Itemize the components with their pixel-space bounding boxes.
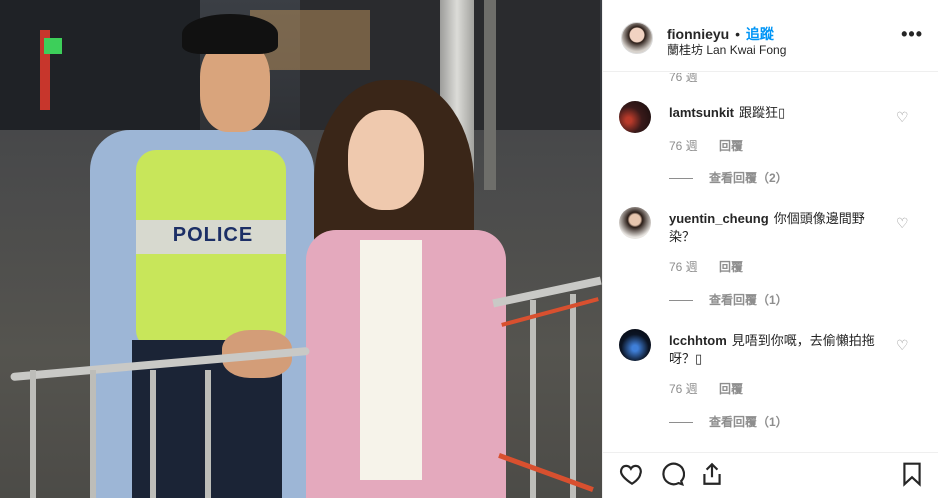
avatar[interactable]: [619, 101, 651, 133]
barrier-bar: [205, 370, 211, 498]
barrier-bar: [30, 370, 36, 498]
view-replies-button[interactable]: 查看回覆（1）: [669, 291, 788, 308]
avatar[interactable]: [619, 329, 651, 361]
post-username[interactable]: fionnieyu: [667, 26, 729, 42]
view-replies-label[interactable]: 查看回覆（2）: [709, 171, 788, 185]
heart-icon[interactable]: [619, 461, 645, 487]
replies-divider: [669, 422, 693, 424]
separator-dot: •: [735, 26, 741, 42]
officer-beret: [182, 14, 278, 54]
avatar[interactable]: [619, 207, 651, 239]
crowd-barrier: [0, 276, 602, 498]
comment-text-block: lamtsunkit 跟蹤狂▯: [669, 104, 889, 122]
follow-button[interactable]: 追蹤: [746, 26, 774, 42]
post-side-panel: fionnieyu • 追蹤 蘭桂坊 Lan Kwai Fong ••• 76 …: [602, 0, 938, 498]
replies-divider: [669, 178, 693, 180]
barrier-tape: [498, 453, 594, 492]
comment-username[interactable]: lamtsunkit: [669, 105, 734, 120]
comment-meta: 76 週 回覆: [669, 137, 743, 154]
small-heart-icon[interactable]: ♡: [896, 109, 909, 126]
view-replies-label[interactable]: 查看回覆（1）: [709, 293, 788, 307]
barrier-bar: [570, 294, 576, 498]
small-heart-icon[interactable]: ♡: [896, 215, 909, 232]
more-options-icon[interactable]: •••: [901, 24, 923, 45]
comment-icon[interactable]: [659, 461, 686, 487]
replies-divider: [669, 300, 693, 302]
comments-list[interactable]: 76 週 lamtsunkit 跟蹤狂▯ ♡ 76 週 回覆 查看回覆（2） yu…: [603, 73, 938, 445]
barrier-bar: [90, 370, 96, 498]
reply-button[interactable]: 回覆: [719, 139, 743, 153]
comment-text-block: lcchhtom 見唔到你嘅，去偷懶拍拖呀？▯: [669, 332, 889, 368]
post-location[interactable]: 蘭桂坊 Lan Kwai Fong: [667, 41, 786, 58]
view-replies-label[interactable]: 查看回覆（1）: [709, 415, 788, 429]
view-replies-button[interactable]: 查看回覆（2）: [669, 169, 788, 186]
share-icon[interactable]: [699, 461, 725, 487]
action-bar: [603, 452, 938, 498]
post-photo[interactable]: POLICE: [0, 0, 602, 498]
reply-button[interactable]: 回覆: [719, 382, 743, 396]
comment-meta: 76 週 回覆: [669, 380, 743, 397]
comment-time: 76 週: [669, 139, 698, 153]
view-replies-button[interactable]: 查看回覆（1）: [669, 413, 788, 430]
comment-time: 76 週: [669, 260, 698, 274]
post-header: fionnieyu • 追蹤 蘭桂坊 Lan Kwai Fong •••: [603, 0, 938, 72]
bookmark-icon[interactable]: [899, 461, 925, 487]
barrier-bar: [150, 370, 156, 498]
woman-face: [348, 110, 424, 210]
avatar[interactable]: [621, 22, 653, 54]
police-vest-text: POLICE: [172, 224, 254, 246]
small-heart-icon[interactable]: ♡: [896, 337, 909, 354]
reply-button[interactable]: 回覆: [719, 260, 743, 274]
comment-meta: 76 週 回覆: [669, 258, 743, 275]
comment-body: 跟蹤狂▯: [739, 105, 786, 120]
comment-time: 76 週: [669, 73, 698, 84]
comment-text-block: yuentin_cheung 你個頭像邊間野染？: [669, 210, 889, 246]
comment-username[interactable]: lcchhtom: [669, 333, 727, 348]
barrier-rail: [10, 346, 310, 382]
comment-time: 76 週: [669, 382, 698, 396]
neon-sign: [44, 38, 62, 54]
comment-username[interactable]: yuentin_cheung: [669, 211, 769, 226]
